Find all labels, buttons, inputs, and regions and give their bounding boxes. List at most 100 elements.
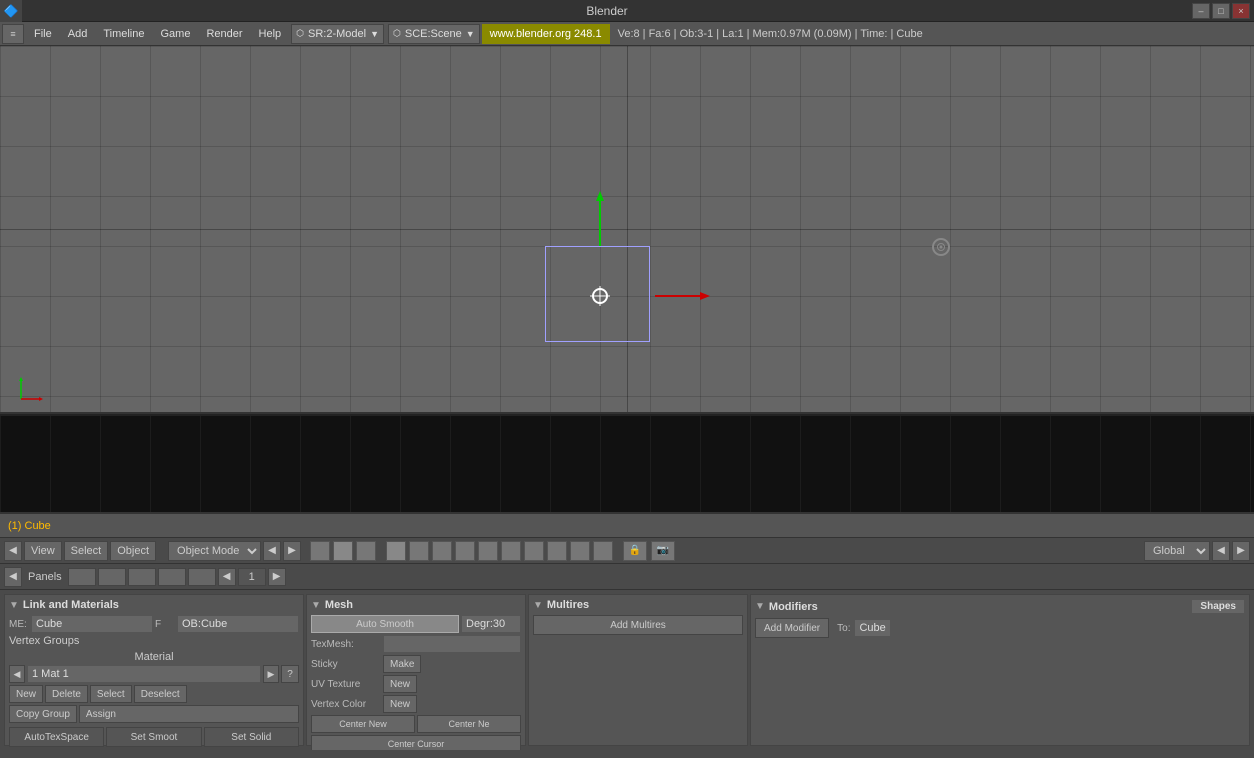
menu-help[interactable]: Help: [251, 26, 290, 42]
to-label: To:: [837, 623, 850, 634]
modifier-to-value[interactable]: Cube: [854, 619, 890, 637]
3d-viewport[interactable]: [0, 46, 1254, 412]
auto-smooth-button[interactable]: Auto Smooth: [311, 615, 459, 633]
menu-timeline[interactable]: Timeline: [95, 26, 152, 42]
window-controls: – □ ×: [1192, 3, 1254, 19]
center-cursor-button[interactable]: Center Cursor: [311, 735, 521, 750]
panels-bar: ◀ Panels ◀ 1 ▶: [0, 564, 1254, 590]
view-menu-button[interactable]: View: [24, 541, 62, 561]
layer-10-button[interactable]: [593, 541, 613, 561]
uv-new-button[interactable]: New: [383, 675, 417, 693]
viewport-area[interactable]: [0, 46, 1254, 414]
view-wireframe-button[interactable]: [333, 541, 353, 561]
autotexspace-button[interactable]: AutoTexSpace: [9, 727, 104, 747]
panel-tab-5[interactable]: [188, 568, 216, 586]
set-smoot-button[interactable]: Set Smoot: [106, 727, 201, 747]
assign-button[interactable]: Assign: [79, 705, 299, 723]
close-button[interactable]: ×: [1232, 3, 1250, 19]
sr-value: SR:2-Model: [308, 28, 366, 40]
timeline-area[interactable]: [0, 414, 1254, 514]
tex-mesh-row: TexMesh:: [311, 635, 521, 653]
mesh-header: ▼ Mesh: [311, 599, 521, 611]
select-menu-button[interactable]: Select: [64, 541, 109, 561]
camera-circle-icon: [932, 238, 950, 256]
menu-render[interactable]: Render: [198, 26, 250, 42]
menu-game[interactable]: Game: [152, 26, 198, 42]
maximize-button[interactable]: □: [1212, 3, 1230, 19]
material-select-button[interactable]: Select: [90, 685, 132, 703]
menu-file[interactable]: File: [26, 26, 60, 42]
render-layer-buttons: [385, 541, 614, 561]
layer-7-button[interactable]: [524, 541, 544, 561]
link-panel-arrow-icon: ▼: [9, 600, 19, 611]
tex-mesh-value[interactable]: [383, 635, 521, 653]
mode-selector[interactable]: Object Mode Edit Mode Sculpt Mode: [168, 541, 261, 561]
minimize-button[interactable]: –: [1192, 3, 1210, 19]
global-next-button[interactable]: ▶: [1232, 541, 1250, 561]
material-new-button[interactable]: New: [9, 685, 43, 703]
tex-mesh-label: TexMesh:: [311, 639, 381, 650]
cube-object[interactable]: [545, 246, 655, 346]
me-value-field[interactable]: Cube: [31, 615, 153, 633]
material-row: ◀ 1 Mat 1 ▶ ?: [9, 665, 299, 683]
panel-tab-4[interactable]: [158, 568, 186, 586]
layer-2-button[interactable]: [409, 541, 429, 561]
sr-selector[interactable]: ⬡ SR:2-Model ▼: [291, 24, 384, 44]
menubar-expand-button[interactable]: ≡: [2, 24, 24, 44]
copy-group-button[interactable]: Copy Group: [9, 705, 77, 723]
y-axis-tip: [596, 191, 604, 201]
material-deselect-button[interactable]: Deselect: [134, 685, 187, 703]
panel-tab-3[interactable]: [128, 568, 156, 586]
sce-value: SCE:Scene: [405, 28, 462, 40]
camera-center-dot: [940, 246, 943, 249]
me-label: ME:: [9, 619, 29, 630]
material-name-field[interactable]: 1 Mat 1: [27, 665, 261, 683]
mat-next-button[interactable]: ▶: [263, 665, 279, 683]
center-ne-button[interactable]: Center Ne: [417, 715, 521, 733]
camera-object: [932, 238, 954, 260]
sticky-make-button[interactable]: Make: [383, 655, 421, 673]
material-new-delete-row: New Delete Select Deselect: [9, 685, 299, 703]
global-selector[interactable]: Global Local Normal: [1144, 541, 1210, 561]
toolbar-expand-button[interactable]: ◀: [4, 541, 22, 561]
layer-6-button[interactable]: [501, 541, 521, 561]
layer-3-button[interactable]: [432, 541, 452, 561]
vertex-new-button[interactable]: New: [383, 695, 417, 713]
set-solid-button[interactable]: Set Solid: [204, 727, 299, 747]
mesh-title: Mesh: [325, 599, 353, 611]
info-bar: (1) Cube: [0, 514, 1254, 538]
lock-button[interactable]: 🔒: [623, 541, 647, 561]
add-modifier-button[interactable]: Add Modifier: [755, 618, 829, 638]
mode-next-button[interactable]: ▶: [283, 541, 301, 561]
layer-9-button[interactable]: [570, 541, 590, 561]
layer-5-button[interactable]: [478, 541, 498, 561]
ob-value-field[interactable]: OB:Cube: [177, 615, 299, 633]
object-menu-button[interactable]: Object: [110, 541, 156, 561]
panels-expand-button[interactable]: ◀: [4, 567, 22, 587]
layer-1-button[interactable]: [386, 541, 406, 561]
sce-selector[interactable]: ⬡ SCE:Scene ▼: [388, 24, 480, 44]
material-delete-button[interactable]: Delete: [45, 685, 88, 703]
menu-add[interactable]: Add: [60, 26, 96, 42]
center-new-button[interactable]: Center New: [311, 715, 415, 733]
mesh-panel-arrow-icon: ▼: [311, 600, 321, 611]
global-prev-button[interactable]: ◀: [1212, 541, 1230, 561]
center-buttons-row: Center New Center Ne: [311, 715, 521, 733]
corner-xy-indicator: [16, 374, 46, 404]
layer-8-button[interactable]: [547, 541, 567, 561]
panels-prev-button[interactable]: ◀: [218, 568, 236, 586]
mode-prev-button[interactable]: ◀: [263, 541, 281, 561]
stats-bar: Ve:8 | Fa:6 | Ob:3-1 | La:1 | Mem:0.97M …: [610, 28, 931, 40]
camera-view-button[interactable]: 📷: [651, 541, 675, 561]
center-cursor-row: Center Cursor: [311, 735, 521, 750]
view-solid-button[interactable]: [310, 541, 330, 561]
layer-4-button[interactable]: [455, 541, 475, 561]
panel-tab-1[interactable]: [68, 568, 96, 586]
panels-next-button[interactable]: ▶: [268, 568, 286, 586]
view-textured-button[interactable]: [356, 541, 376, 561]
me-field-row: ME: Cube F OB:Cube: [9, 615, 299, 633]
mat-prev-button[interactable]: ◀: [9, 665, 25, 683]
panel-tab-2[interactable]: [98, 568, 126, 586]
add-multires-button[interactable]: Add Multires: [533, 615, 743, 635]
material-help-button[interactable]: ?: [281, 665, 299, 683]
